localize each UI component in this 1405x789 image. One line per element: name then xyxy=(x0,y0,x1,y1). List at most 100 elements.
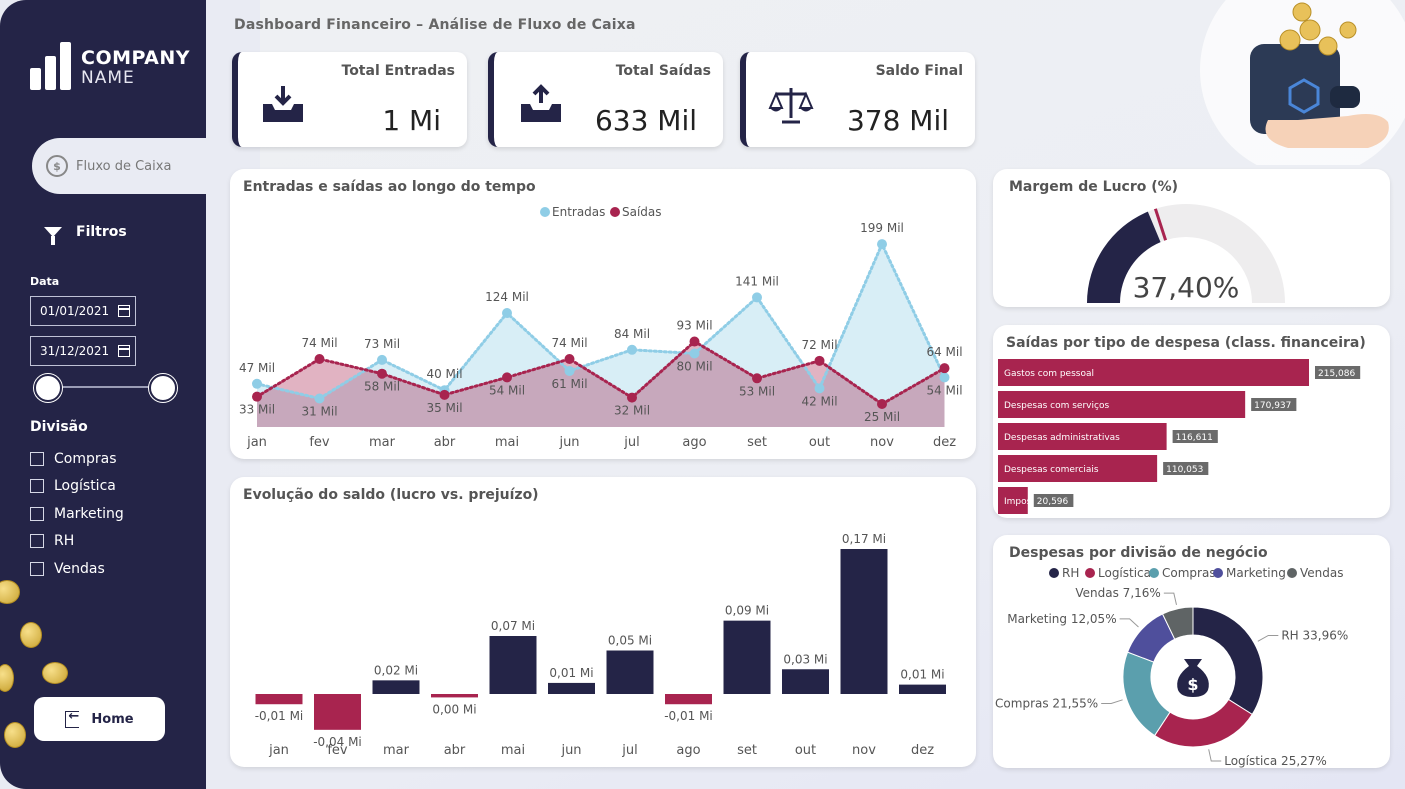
x-tick-label: out xyxy=(795,743,816,758)
x-tick-label: set xyxy=(737,743,757,758)
checkbox[interactable] xyxy=(30,534,44,549)
data-label-saidas: 72 Mil xyxy=(801,338,837,352)
division-option-label: Vendas xyxy=(54,560,105,577)
data-point xyxy=(752,292,762,303)
x-tick-label: nov xyxy=(852,743,876,758)
entradas-saidas-chart-panel: Entradas e saídas ao longo do tempo Entr… xyxy=(230,169,976,459)
start-date-input[interactable]: 01/01/2021 xyxy=(30,296,136,326)
data-point xyxy=(877,399,887,410)
coin-icon xyxy=(1318,36,1338,56)
end-date-input[interactable]: 31/12/2021 xyxy=(30,336,136,366)
data-label-entradas: 84 Mil xyxy=(614,327,650,341)
legend-marker xyxy=(1287,568,1297,578)
coin-icon xyxy=(1279,29,1301,51)
checkbox[interactable] xyxy=(30,451,44,466)
bar xyxy=(665,694,712,705)
data-label-saidas: 35 Mil xyxy=(426,401,462,415)
checkbox[interactable] xyxy=(30,506,44,521)
date-range-end-handle[interactable] xyxy=(149,374,177,402)
x-tick-label: jun xyxy=(560,743,581,758)
date-range-slider-track[interactable] xyxy=(48,386,164,388)
gauge-value-label: 37,40% xyxy=(1133,271,1240,304)
data-label: -0,01 Mi xyxy=(255,709,304,723)
profit-margin-gauge-panel: Margem de Lucro (%) 37,40% xyxy=(993,169,1390,307)
bar xyxy=(431,694,478,698)
bar xyxy=(489,636,537,694)
legend-marker-saidas xyxy=(610,207,620,217)
x-tick-label: fev xyxy=(327,743,348,758)
legend-label: Compras xyxy=(1162,566,1216,580)
slice-label: Vendas 7,16% xyxy=(1075,586,1160,600)
coin-icon xyxy=(1339,21,1357,39)
end-date-value: 31/12/2021 xyxy=(40,344,110,358)
division-option-vendas[interactable]: Vendas xyxy=(30,555,124,583)
data-label-saidas: 74 Mil xyxy=(301,336,337,350)
slice-label: Marketing 12,05% xyxy=(1007,612,1116,626)
division-option-label: Marketing xyxy=(54,505,124,522)
company-name-line1: COMPANY xyxy=(81,47,191,70)
coin-icon xyxy=(1292,2,1312,22)
checkbox[interactable] xyxy=(30,561,44,576)
x-tick-label: nov xyxy=(870,435,894,450)
filters-label: Filtros xyxy=(76,224,127,240)
kpi-card-saldo-final: Saldo Final 378 Mil xyxy=(740,52,975,147)
bar xyxy=(314,694,361,730)
date-range-start-handle[interactable] xyxy=(34,374,62,402)
data-label-saidas: 32 Mil xyxy=(614,404,650,418)
division-filter-list: Compras Logística Marketing RH Vendas xyxy=(30,445,124,583)
data-label-saidas: 54 Mil xyxy=(489,383,525,397)
expense-type-chart-panel: Saídas por tipo de despesa (class. finan… xyxy=(993,325,1390,518)
calendar-icon[interactable] xyxy=(118,345,130,357)
coin-icon xyxy=(1299,19,1321,41)
division-option-logistica[interactable]: Logística xyxy=(30,473,124,501)
x-tick-label: ago xyxy=(682,435,706,450)
company-name-line2: NAME xyxy=(81,68,135,89)
category-label: Despesas comerciais xyxy=(1004,465,1099,475)
value-label: 110,053 xyxy=(1166,465,1203,475)
data-label: 0,07 Mi xyxy=(491,619,535,633)
data-label-saidas: 33 Mil xyxy=(239,403,275,417)
company-logo: COMPANY NAME xyxy=(30,40,190,90)
division-option-label: Compras xyxy=(54,450,117,467)
slice-label: RH 33,96% xyxy=(1281,628,1348,642)
leader-line xyxy=(1208,749,1222,762)
data-point xyxy=(314,353,325,364)
home-button[interactable]: Home xyxy=(34,697,165,741)
balance-scale-icon xyxy=(768,88,814,124)
data-point xyxy=(939,372,950,383)
division-option-compras[interactable]: Compras xyxy=(30,445,124,473)
donut-slice xyxy=(1122,651,1171,737)
kpi-label: Saldo Final xyxy=(875,63,963,79)
legend-label: Marketing xyxy=(1226,566,1286,580)
nav-item-fluxo-de-caixa[interactable]: $ Fluxo de Caixa xyxy=(32,138,206,194)
data-point xyxy=(564,365,575,376)
data-label-entradas: 73 Mil xyxy=(364,337,400,351)
division-option-rh[interactable]: RH xyxy=(30,528,124,556)
data-label-entradas: 40 Mil xyxy=(426,367,462,381)
data-point xyxy=(252,378,262,389)
data-label-saidas: 58 Mil xyxy=(364,380,400,394)
filters-header[interactable]: Filtros xyxy=(44,224,127,245)
leader-line xyxy=(1257,634,1279,642)
x-tick-label: fev xyxy=(309,435,330,450)
data-point xyxy=(377,368,387,379)
data-label-entradas: 54 Mil xyxy=(926,383,962,397)
data-point xyxy=(502,372,512,383)
inbox-download-icon xyxy=(263,86,303,122)
division-filter-title: Divisão xyxy=(30,419,88,435)
data-label-entradas: 80 Mil xyxy=(676,359,712,373)
bar-chart-icon xyxy=(30,40,71,90)
data-point xyxy=(314,393,325,404)
division-option-marketing[interactable]: Marketing xyxy=(30,500,124,528)
donut-slice xyxy=(1153,698,1253,748)
x-tick-label: jun xyxy=(558,435,579,450)
calendar-icon[interactable] xyxy=(118,305,130,317)
data-point xyxy=(252,391,262,402)
inbox-upload-icon xyxy=(521,84,561,122)
bar xyxy=(782,669,829,694)
data-label: 0,02 Mi xyxy=(374,663,418,677)
x-tick-label: jan xyxy=(268,743,289,758)
data-label-saidas: 64 Mil xyxy=(926,345,962,359)
category-label: Despesas administrativas xyxy=(1004,433,1120,443)
checkbox[interactable] xyxy=(30,479,44,494)
